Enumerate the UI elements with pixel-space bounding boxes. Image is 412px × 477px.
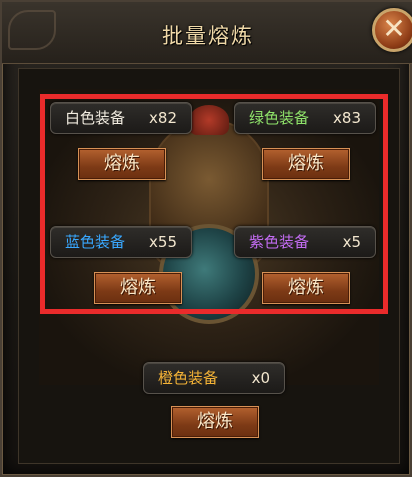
white-equipment-label: 白色装备 x82	[50, 102, 192, 134]
equipment-count: x55	[149, 233, 177, 251]
smelt-orange-button[interactable]: 熔炼	[171, 406, 259, 438]
title-bar: 批量熔炼 ✕	[2, 2, 412, 64]
equipment-count: x0	[251, 369, 270, 387]
close-button[interactable]: ✕	[372, 8, 412, 52]
smelt-blue-button[interactable]: 熔炼	[94, 272, 182, 304]
window-title: 批量熔炼	[162, 24, 254, 48]
blue-equipment-label: 蓝色装备 x55	[50, 226, 192, 258]
equipment-name: 紫色装备	[249, 233, 310, 251]
equipment-name: 橙色装备	[158, 369, 219, 387]
close-icon: ✕	[382, 12, 406, 45]
batch-smelt-window: 批量熔炼 ✕ 白色装备 x82 熔炼 绿色装备 x83 熔炼 蓝色装备 x55 …	[0, 0, 412, 477]
smelt-green-button[interactable]: 熔炼	[262, 148, 350, 180]
equipment-count: x82	[149, 109, 177, 127]
purple-equipment-label: 紫色装备 x5	[234, 226, 376, 258]
equipment-name: 蓝色装备	[65, 233, 126, 251]
orange-equipment-label: 橙色装备 x0	[143, 362, 285, 394]
equipment-name: 白色装备	[65, 109, 126, 127]
equipment-count: x83	[333, 109, 361, 127]
smelt-white-button[interactable]: 熔炼	[78, 148, 166, 180]
equipment-name: 绿色装备	[249, 109, 310, 127]
smelt-purple-button[interactable]: 熔炼	[262, 272, 350, 304]
equipment-count: x5	[342, 233, 361, 251]
green-equipment-label: 绿色装备 x83	[234, 102, 376, 134]
